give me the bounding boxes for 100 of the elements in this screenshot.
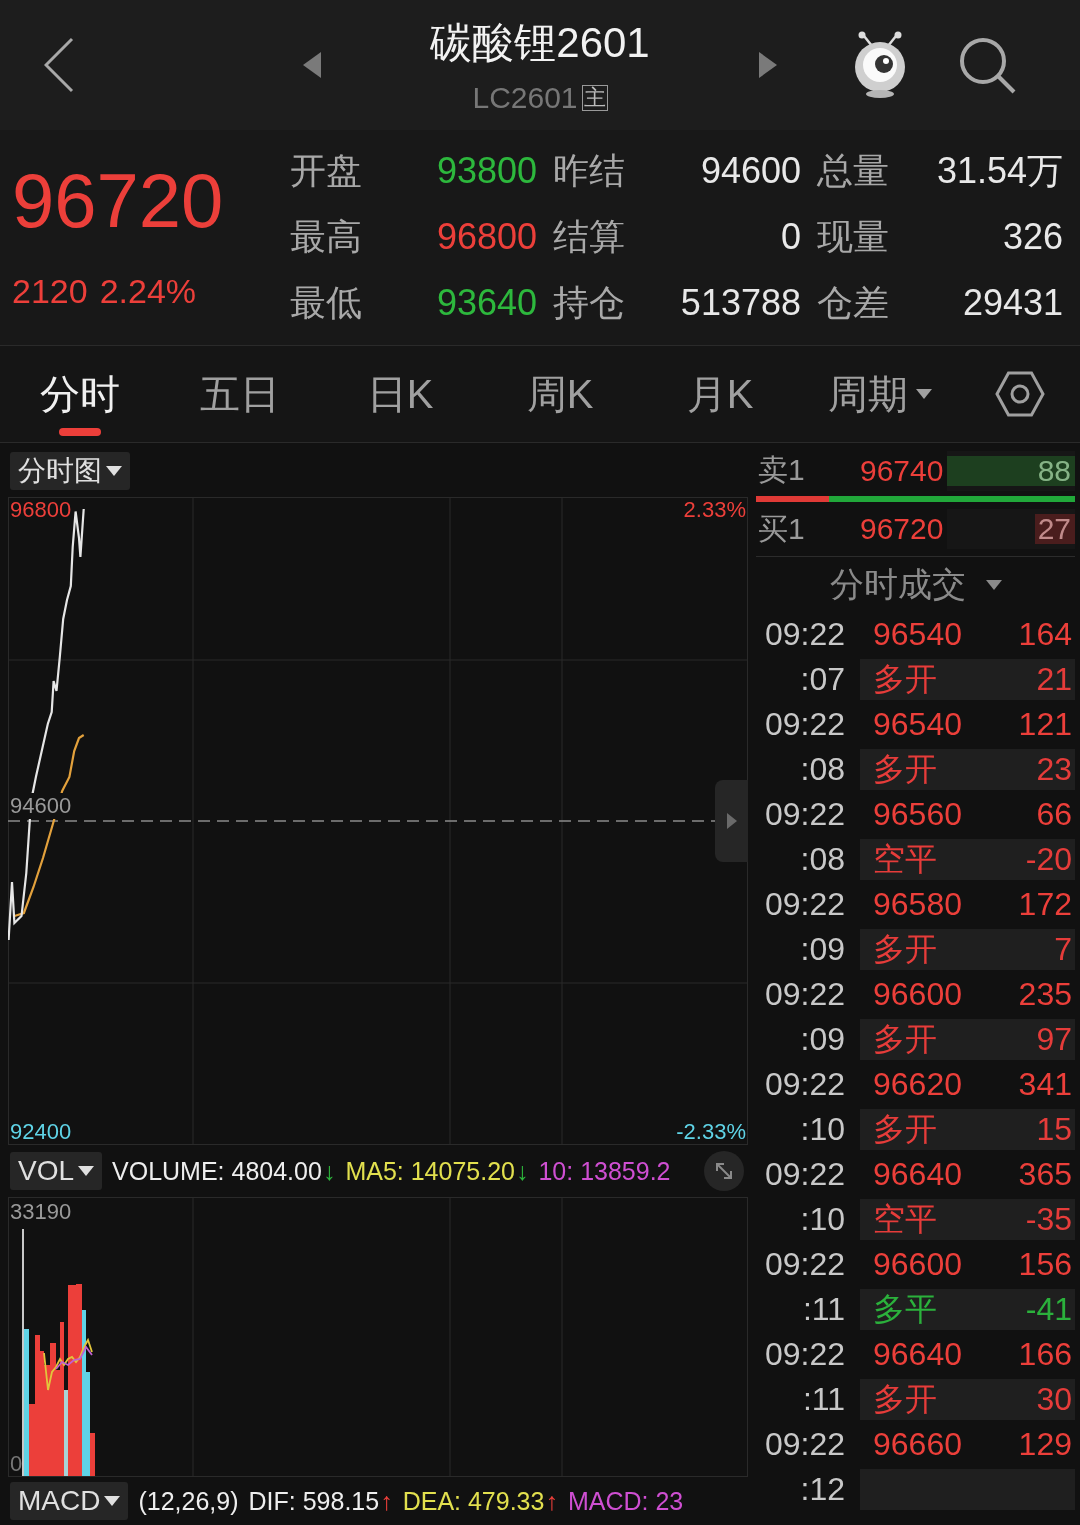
stat-label: 结算 [553,216,625,258]
stat-label: 开盘 [290,150,362,192]
stat-label: 总量 [817,150,889,192]
trade-time: 09:22 [764,1066,845,1103]
back-icon[interactable] [44,37,74,93]
trade-time: :11 [802,1291,845,1328]
trade-time: :07 [800,661,845,698]
stat-value: 93800 [436,150,537,192]
stat-label: 最低 [290,282,362,324]
trade-time: 09:22 [764,1246,845,1283]
trade-time: 09:22 [764,706,845,743]
trade-time: 09:22 [764,616,845,653]
trade-volume: -35 [1025,1201,1072,1238]
trade-type: 空平 [873,839,937,879]
trade-volume: 235 [1018,976,1072,1013]
side-handle[interactable] [715,780,748,862]
right-triangle-icon[interactable] [759,52,777,78]
stat-label: 现量 [817,216,889,258]
trade-volume: 7 [1054,931,1072,968]
indicator-value: DIF: 598.15 [248,1486,380,1516]
trade-time: :08 [800,751,845,788]
trade-time: :08 [800,841,845,878]
stat-value: 93640 [436,282,537,324]
trade-volume: 156 [1018,1246,1072,1283]
indicator-dropdown[interactable]: VOL [10,1152,103,1190]
stat-value: 0 [780,216,801,258]
stat-label: 昨结 [553,150,625,192]
indicator-dropdown[interactable]: MACD [10,1482,129,1520]
order-price: 96720 [860,512,944,546]
search-icon[interactable] [958,36,1016,94]
stat-value: 513788 [680,282,801,324]
period-tab[interactable]: 周K [480,346,640,442]
trend-arrow: ↑ [380,1486,393,1516]
instrument-title: 碳酸锂2601 [430,18,650,68]
volume-axis-label: 33190 [10,1199,72,1225]
indicator-value: VOLUME: 4804.00 [112,1156,322,1186]
trade-time: 09:22 [764,886,845,923]
period-tab[interactable]: 月K [640,346,800,442]
trade-volume: 15 [1036,1111,1072,1148]
trade-price: 96540 [873,616,962,653]
trade-time: 09:22 [764,1426,845,1463]
stat-value: 96800 [436,216,537,258]
trade-type: 多开 [873,659,937,699]
order-volume: 27 [1037,511,1071,547]
order-level-label: 卖1 [757,452,805,488]
stat-label: 仓差 [817,282,889,324]
price-change: 2120 [12,271,88,311]
contract-code: LC2601 [472,81,578,115]
trend-arrow: ↓ [322,1156,336,1186]
volume-axis-label: 0 [10,1451,23,1477]
trade-type: 多开 [873,1379,937,1419]
stat-label: 持仓 [553,282,625,324]
price-axis-label: 96800 [10,497,72,523]
order-price: 96740 [860,453,944,488]
trade-type: 多开 [873,1019,937,1059]
period-tab[interactable]: 日K [320,346,480,442]
period-tab[interactable]: 分时 [0,346,160,442]
percent-axis-label: 2.33% [683,497,746,523]
indicator-params: (12,26,9) [138,1486,239,1516]
trade-volume: 121 [1018,706,1072,743]
trade-time: :09 [800,1021,845,1058]
period-dropdown[interactable]: 周期 [800,346,960,442]
expand-icon[interactable] [704,1151,744,1191]
indicator-value: 10: 13859.2 [538,1156,671,1186]
trade-volume: 166 [1018,1336,1072,1373]
trade-price: 96600 [873,1246,962,1283]
trade-price: 96600 [873,976,962,1013]
trade-volume: 23 [1036,751,1072,788]
trade-volume: 341 [1018,1066,1072,1103]
order-volume: 88 [1037,452,1071,489]
trade-time: :10 [800,1111,845,1148]
trade-volume: 365 [1018,1156,1072,1193]
trade-price: 96560 [873,796,962,833]
indicator-value: DEA: 479.33 [402,1486,545,1516]
stat-label: 最高 [290,216,362,258]
contract-badge: 主 [581,85,608,111]
trade-price: 96540 [873,706,962,743]
trade-price: 96660 [873,1426,962,1463]
trade-volume: 172 [1018,886,1072,923]
trade-type: 多开 [873,749,937,789]
chart-type-dropdown[interactable]: 分时图 [10,452,130,490]
percent-change: 2.24% [99,271,197,311]
stat-value: 94600 [700,150,801,192]
trend-arrow: ↓ [515,1156,529,1186]
trades-dropdown[interactable]: 分时成交 [829,561,1002,608]
trade-type: 多开 [873,929,937,969]
caret-icon [985,579,1002,590]
indicator-value: MA5: 14075.20 [345,1156,515,1186]
trade-type: 多平 [873,1289,937,1329]
right-triangle-icon [726,813,737,829]
left-triangle-icon[interactable] [303,52,321,78]
caret-icon [916,389,932,399]
trade-volume: 66 [1036,796,1072,833]
trade-type: 空平 [873,1199,937,1239]
price-axis-label: 94600 [10,793,72,819]
trade-volume: -41 [1025,1291,1072,1328]
order-level-label: 买1 [757,510,805,547]
settings-icon[interactable] [995,371,1045,417]
period-tab[interactable]: 五日 [160,346,320,442]
caret-icon [106,466,122,476]
